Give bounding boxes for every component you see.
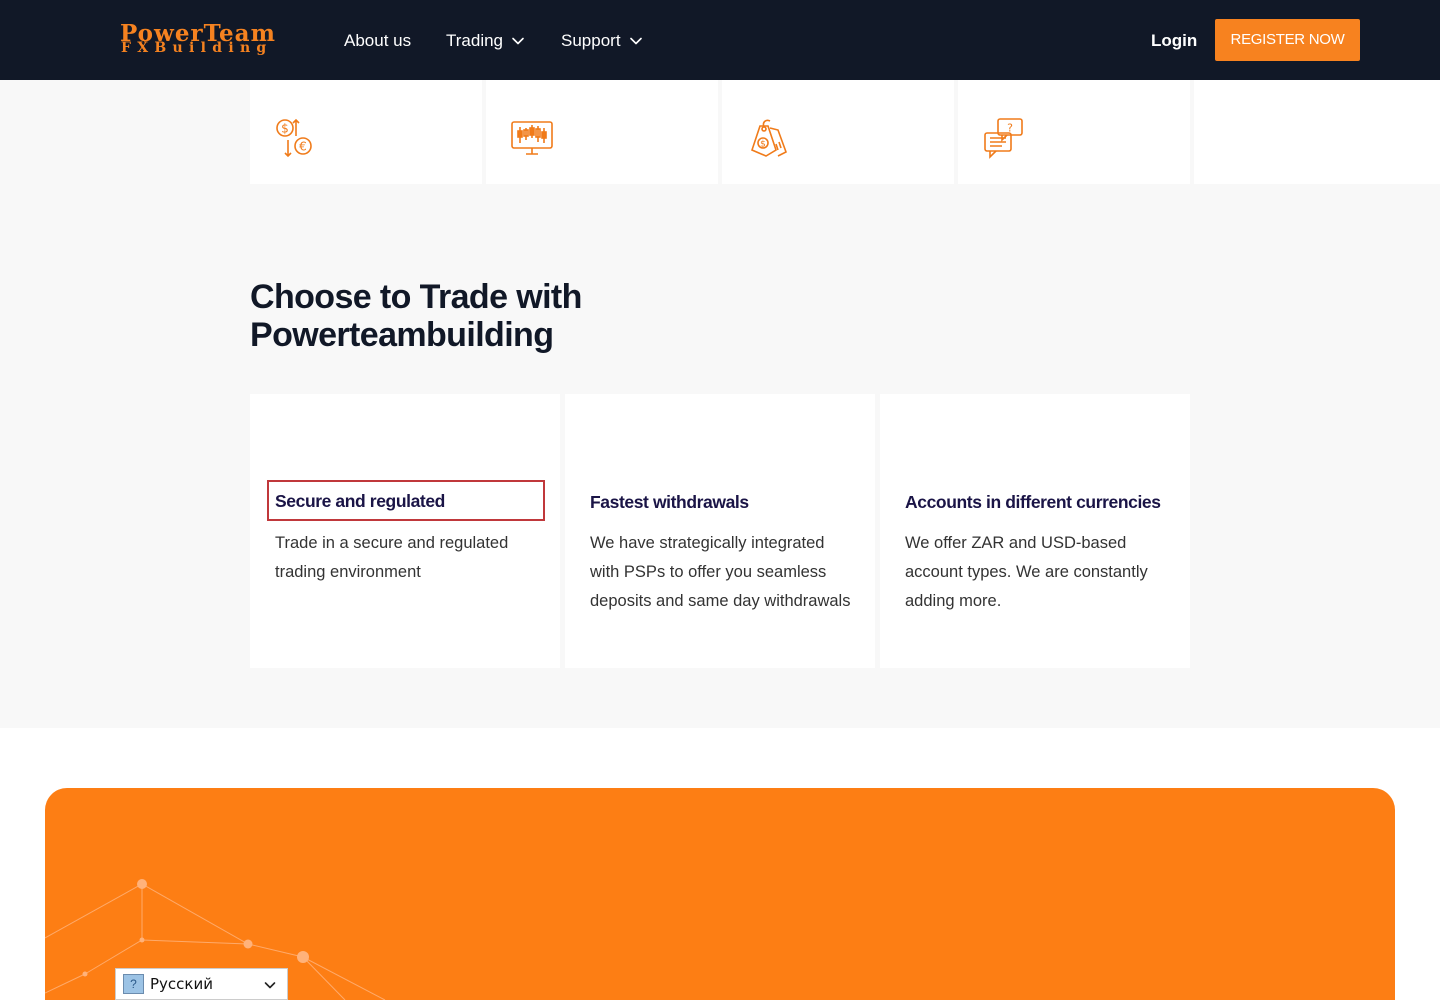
language-selector[interactable]: ? Русский [115,968,288,1000]
choose-section: Choose to Trade with Powerteambuilding S… [0,184,1440,728]
feature-card-withdrawals: Fastest withdrawals We have strategicall… [565,394,875,668]
site-logo[interactable]: PowerTeam FXBuilding [120,22,280,60]
currency-exchange-icon: $ € [276,118,312,158]
top-feature-card [486,80,718,184]
nav-support[interactable]: Support [561,30,643,52]
top-feature-card: $ € [250,80,482,184]
chat-support-icon: ? [984,118,1023,159]
section-title: Choose to Trade with Powerteambuilding [250,278,582,354]
trading-monitor-icon [511,121,553,155]
site-header: PowerTeam FXBuilding About us Trading Su… [0,0,1440,80]
feature-card-text: Trade in a secure and regulated trading … [275,534,509,581]
svg-text:$: $ [281,122,289,136]
top-feature-card: ? [958,80,1190,184]
chevron-down-icon [629,37,642,45]
language-selected-label: Русский [150,975,213,993]
nav-trading-label: Trading [446,31,504,50]
login-link[interactable]: Login [1151,30,1197,52]
feature-card-secure: Secure and regulated Trade in a secure a… [250,394,560,668]
chevron-down-icon [264,982,276,989]
svg-text:$: $ [760,140,766,150]
nav-trading[interactable]: Trading [446,30,525,52]
feature-card-currencies: Accounts in different currencies We offe… [880,394,1190,668]
top-feature-card: $ [722,80,954,184]
money-tags-icon: $ [751,119,787,157]
top-features-strip: $ € $ ? [0,80,1440,184]
unknown-flag-icon: ? [123,974,144,994]
feature-card-text: We offer ZAR and USD-based account types… [905,534,1148,610]
logo-wordmark-bottom: FXBuilding [121,40,273,56]
top-feature-card-edge [1194,80,1440,184]
feature-card-text: We have strategically integrated with PS… [590,534,851,610]
nav-support-label: Support [561,31,621,50]
feature-card-title: Secure and regulated [267,480,545,521]
chevron-down-icon [512,37,524,45]
nav-about-us-label: About us [344,31,412,50]
feature-card-title: Accounts in different currencies [905,492,1161,512]
nav-about-us[interactable]: About us [344,30,411,52]
register-now-button[interactable]: REGISTER NOW [1215,19,1360,61]
svg-text:€: € [299,140,307,154]
feature-card-title: Fastest withdrawals [590,492,749,512]
